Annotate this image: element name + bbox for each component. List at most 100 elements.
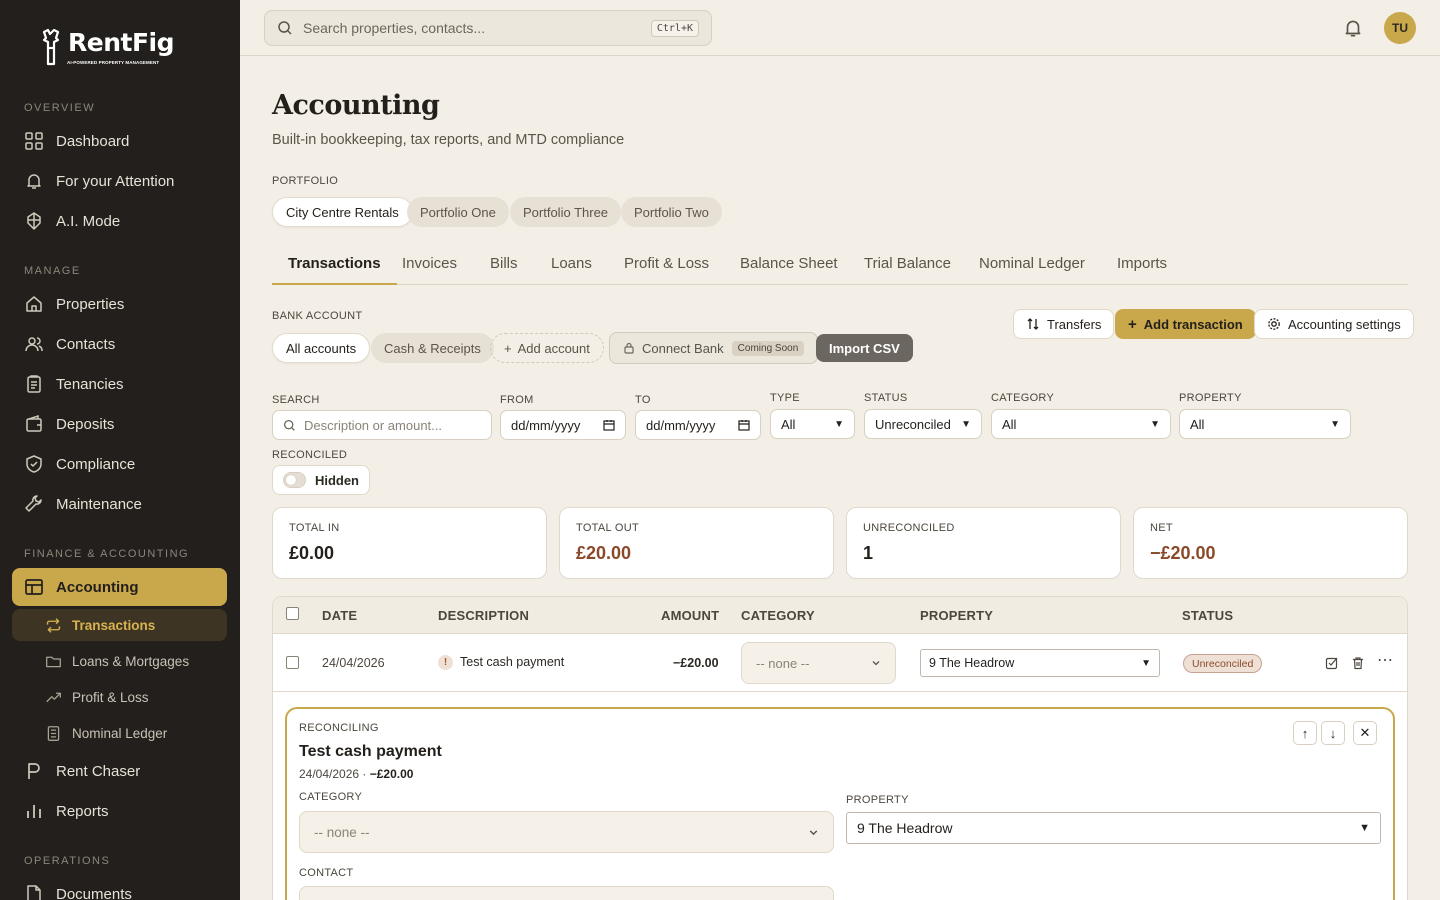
col-description[interactable]: DESCRIPTION [438, 608, 529, 623]
row-date: 24/04/2026 [322, 656, 385, 670]
select-all-checkbox[interactable] [286, 607, 299, 620]
tab-balance-sheet[interactable]: Balance Sheet [740, 244, 838, 285]
sidebar-item-rent-chaser[interactable]: Rent Chaser [12, 752, 227, 790]
sidebar-item-label: Deposits [56, 415, 115, 433]
sidebar-item-properties[interactable]: Properties [12, 285, 227, 323]
search-input[interactable]: Search properties, contacts... [303, 20, 641, 36]
next-down-button[interactable]: ↓ [1321, 721, 1345, 745]
filter-type-select[interactable]: All ▼ [770, 409, 855, 439]
sidebar-item-ai-mode[interactable]: A.I. Mode [12, 202, 227, 240]
tab-nominal-ledger[interactable]: Nominal Ledger [979, 244, 1085, 285]
category-value: All [1002, 416, 1017, 432]
portfolio-chip[interactable]: Portfolio Three [510, 197, 622, 227]
reconciled-toggle[interactable]: Hidden [272, 465, 370, 495]
sidebar-item-tenancies[interactable]: Tenancies [12, 365, 227, 403]
tab-invoices[interactable]: Invoices [402, 244, 457, 285]
topbar: Search properties, contacts... Ctrl+K TU [240, 0, 1440, 56]
sidebar-item-compliance[interactable]: Compliance [12, 445, 227, 483]
page-subtitle: Built-in bookkeeping, tax reports, and M… [272, 132, 625, 148]
trash-icon[interactable] [1351, 656, 1365, 670]
sidebar-item-documents[interactable]: Documents [12, 875, 227, 900]
previous-up-button[interactable]: ↑ [1293, 721, 1317, 745]
bar-chart-icon [27, 805, 41, 818]
col-property[interactable]: PROPERTY [920, 608, 993, 623]
filter-type-label: TYPE [770, 392, 800, 404]
folder-icon [46, 656, 61, 667]
portfolio-chip[interactable]: Portfolio One [407, 197, 509, 227]
user-avatar[interactable]: TU [1384, 12, 1416, 44]
sidebar-item-pnl[interactable]: Profit & Loss [12, 681, 227, 713]
sidebar-item-deposits[interactable]: Deposits [12, 405, 227, 443]
accounting-tabs: Transactions Invoices Bills Loans Profit… [272, 244, 1408, 285]
filter-property-select[interactable]: All ▼ [1179, 409, 1351, 439]
reconcile-check-icon[interactable] [1325, 656, 1339, 670]
filter-from-date[interactable]: dd/mm/yyyy [500, 410, 626, 440]
reconcile-property-value: 9 The Headrow [857, 820, 953, 836]
sidebar-item-loans[interactable]: Loans & Mortgages [12, 645, 227, 677]
sidebar-item-nominal[interactable]: Nominal Ledger [12, 717, 227, 749]
tab-bills[interactable]: Bills [490, 244, 518, 285]
sidebar-item-transactions[interactable]: Transactions [12, 609, 227, 641]
reconcile-contact-select[interactable] [299, 886, 834, 900]
tab-trial-balance[interactable]: Trial Balance [864, 244, 951, 285]
transfers-button[interactable]: Transfers [1013, 309, 1115, 339]
toggle-switch[interactable] [283, 472, 306, 488]
notifications-bell-icon[interactable] [1342, 17, 1364, 39]
stat-value: −£20.00 [1150, 543, 1216, 563]
col-date[interactable]: DATE [322, 608, 357, 623]
tab-transactions[interactable]: Transactions [272, 244, 397, 285]
row-checkbox[interactable] [286, 656, 299, 669]
bank-cash-receipts[interactable]: Cash & Receipts [371, 333, 494, 363]
sidebar-item-contacts[interactable]: Contacts [12, 325, 227, 363]
col-category[interactable]: CATEGORY [741, 608, 815, 623]
row-property-select[interactable]: 9 The Headrow ▼ [920, 649, 1160, 677]
tab-profit-loss[interactable]: Profit & Loss [624, 244, 709, 285]
filter-status-select[interactable]: Unreconciled ▼ [864, 409, 982, 439]
sidebar-item-label: For your Attention [56, 172, 175, 190]
sidebar-item-maintenance[interactable]: Maintenance [12, 485, 227, 523]
file-icon [27, 885, 41, 900]
portfolio-chip[interactable]: Portfolio Two [621, 197, 722, 227]
accounting-settings-button[interactable]: Accounting settings [1254, 309, 1414, 339]
filter-property-label: PROPERTY [1179, 392, 1242, 404]
filter-search-input[interactable]: Description or amount... [272, 410, 492, 440]
global-search[interactable]: Search properties, contacts... Ctrl+K [264, 10, 712, 46]
col-amount[interactable]: AMOUNT [661, 608, 719, 623]
search-shortcut: Ctrl+K [650, 19, 699, 37]
import-csv-button[interactable]: Import CSV [816, 334, 913, 362]
filter-search-label: SEARCH [272, 394, 320, 406]
brand-logo[interactable]: RentFig AI-POWERED PROPERTY MANAGEMENT [38, 28, 175, 66]
sidebar-item-dashboard[interactable]: Dashboard [12, 122, 227, 160]
more-options-icon[interactable]: ⋯ [1377, 650, 1393, 670]
sidebar-item-attention[interactable]: For your Attention [12, 162, 227, 200]
bank-all-accounts[interactable]: All accounts [272, 333, 371, 363]
filter-category-select[interactable]: All ▼ [991, 409, 1171, 439]
filter-to-date[interactable]: dd/mm/yyyy [635, 410, 761, 440]
add-transaction-button[interactable]: + Add transaction [1115, 309, 1256, 339]
col-status[interactable]: STATUS [1182, 608, 1233, 623]
tab-loans[interactable]: Loans [551, 244, 592, 285]
transfers-label: Transfers [1047, 316, 1102, 332]
connect-bank-label: Connect Bank [642, 340, 724, 356]
stat-value: £20.00 [576, 543, 632, 563]
add-account-button[interactable]: + Add account [490, 333, 604, 363]
sidebar-item-accounting[interactable]: Accounting [12, 568, 227, 606]
stat-total-out: TOTAL OUT £20.00 [559, 507, 834, 579]
stat-net: NET −£20.00 [1133, 507, 1408, 579]
reconcile-property-select[interactable]: 9 The Headrow ▼ [846, 812, 1381, 844]
reconcile-category-select[interactable]: -- none -- [299, 811, 834, 853]
row-amount: −£20.00 [673, 656, 719, 670]
row-category-select[interactable]: -- none -- [741, 642, 896, 684]
portfolio-chip[interactable]: City Centre Rentals [272, 197, 413, 227]
connect-bank-button[interactable]: Connect Bank Coming Soon [609, 332, 819, 364]
close-panel-button[interactable]: ✕ [1353, 721, 1377, 745]
tab-imports[interactable]: Imports [1117, 244, 1167, 285]
transfer-arrows-icon [1027, 318, 1039, 330]
table-row[interactable]: 24/04/2026 ! Test cash payment −£20.00 --… [273, 634, 1407, 692]
sidebar: RentFig AI-POWERED PROPERTY MANAGEMENT O… [0, 0, 240, 900]
trending-up-icon [46, 692, 61, 702]
users-icon [25, 337, 43, 352]
calendar-icon [603, 420, 615, 431]
coming-soon-badge: Coming Soon [731, 340, 805, 356]
sidebar-item-reports[interactable]: Reports [12, 792, 227, 830]
